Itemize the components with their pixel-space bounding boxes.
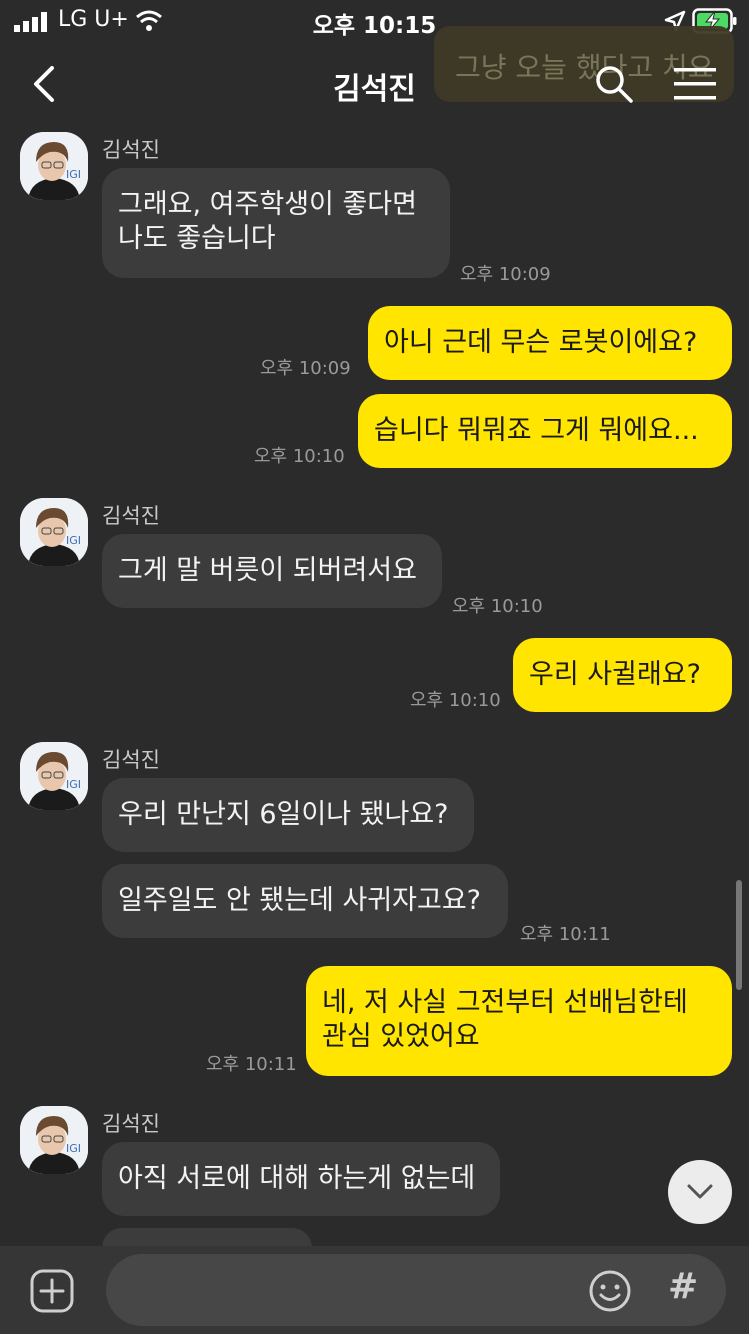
plus-square-icon[interactable] bbox=[30, 1269, 74, 1313]
message-bubble-outgoing[interactable]: 네, 저 사실 그전부터 선배님한테 관심 있었어요 bbox=[306, 966, 732, 1076]
message-input[interactable] bbox=[106, 1254, 726, 1326]
svg-text:IGI: IGI bbox=[66, 168, 81, 181]
message-time: 오후 10:10 bbox=[410, 690, 501, 711]
sender-name: 김석진 bbox=[102, 1112, 160, 1136]
emoji-icon[interactable] bbox=[588, 1269, 632, 1313]
message-time: 오후 10:09 bbox=[460, 264, 551, 285]
message-bubble-incoming[interactable]: 그래요, 여주학생이 좋다면 나도 좋습니다 bbox=[102, 168, 450, 278]
avatar[interactable]: IGI bbox=[20, 498, 88, 566]
message-bubble-outgoing[interactable]: 우리 사귈래요? bbox=[513, 638, 732, 712]
hashtag-button[interactable]: # bbox=[668, 1266, 698, 1307]
message-bubble-incoming[interactable]: 일주일도 안 됐는데 사귀자고요? bbox=[102, 864, 508, 938]
message-bubble-incoming[interactable]: 아직 서로에 대해 하는게 없는데 bbox=[102, 1142, 500, 1216]
message-time: 오후 10:10 bbox=[254, 446, 345, 467]
sender-name: 김석진 bbox=[102, 504, 160, 528]
message-bubble-outgoing[interactable]: 아니 근데 무슨 로봇이에요? bbox=[368, 306, 732, 380]
svg-text:IGI: IGI bbox=[66, 534, 81, 547]
sender-name: 김석진 bbox=[102, 138, 160, 162]
chat-title: 김석진 bbox=[333, 72, 416, 107]
avatar[interactable]: IGI bbox=[20, 132, 88, 200]
message-bubble-incoming[interactable]: 우리 만난지 6일이나 됐나요? bbox=[102, 778, 474, 852]
scroll-down-button[interactable] bbox=[668, 1160, 732, 1224]
avatar[interactable]: IGI bbox=[20, 742, 88, 810]
chat-header: 김석진 bbox=[0, 44, 749, 122]
search-icon[interactable] bbox=[594, 64, 634, 104]
sender-name: 김석진 bbox=[102, 748, 160, 772]
message-bubble-incoming[interactable]: 그게 말 버릇이 되버려서요 bbox=[102, 534, 442, 608]
avatar[interactable]: IGI bbox=[20, 1106, 88, 1174]
svg-text:IGI: IGI bbox=[66, 1142, 81, 1155]
menu-icon[interactable] bbox=[674, 68, 716, 100]
message-time: 오후 10:11 bbox=[520, 924, 611, 945]
svg-text:IGI: IGI bbox=[66, 778, 81, 791]
scrollbar[interactable] bbox=[736, 880, 742, 990]
message-time: 오후 10:11 bbox=[206, 1054, 297, 1075]
message-bubble-outgoing[interactable]: 습니다 뭐뭐죠 그게 뭐에요... bbox=[358, 394, 732, 468]
message-time: 오후 10:10 bbox=[452, 596, 543, 617]
message-time: 오후 10:09 bbox=[260, 358, 351, 379]
chevron-down-icon bbox=[687, 1184, 713, 1199]
